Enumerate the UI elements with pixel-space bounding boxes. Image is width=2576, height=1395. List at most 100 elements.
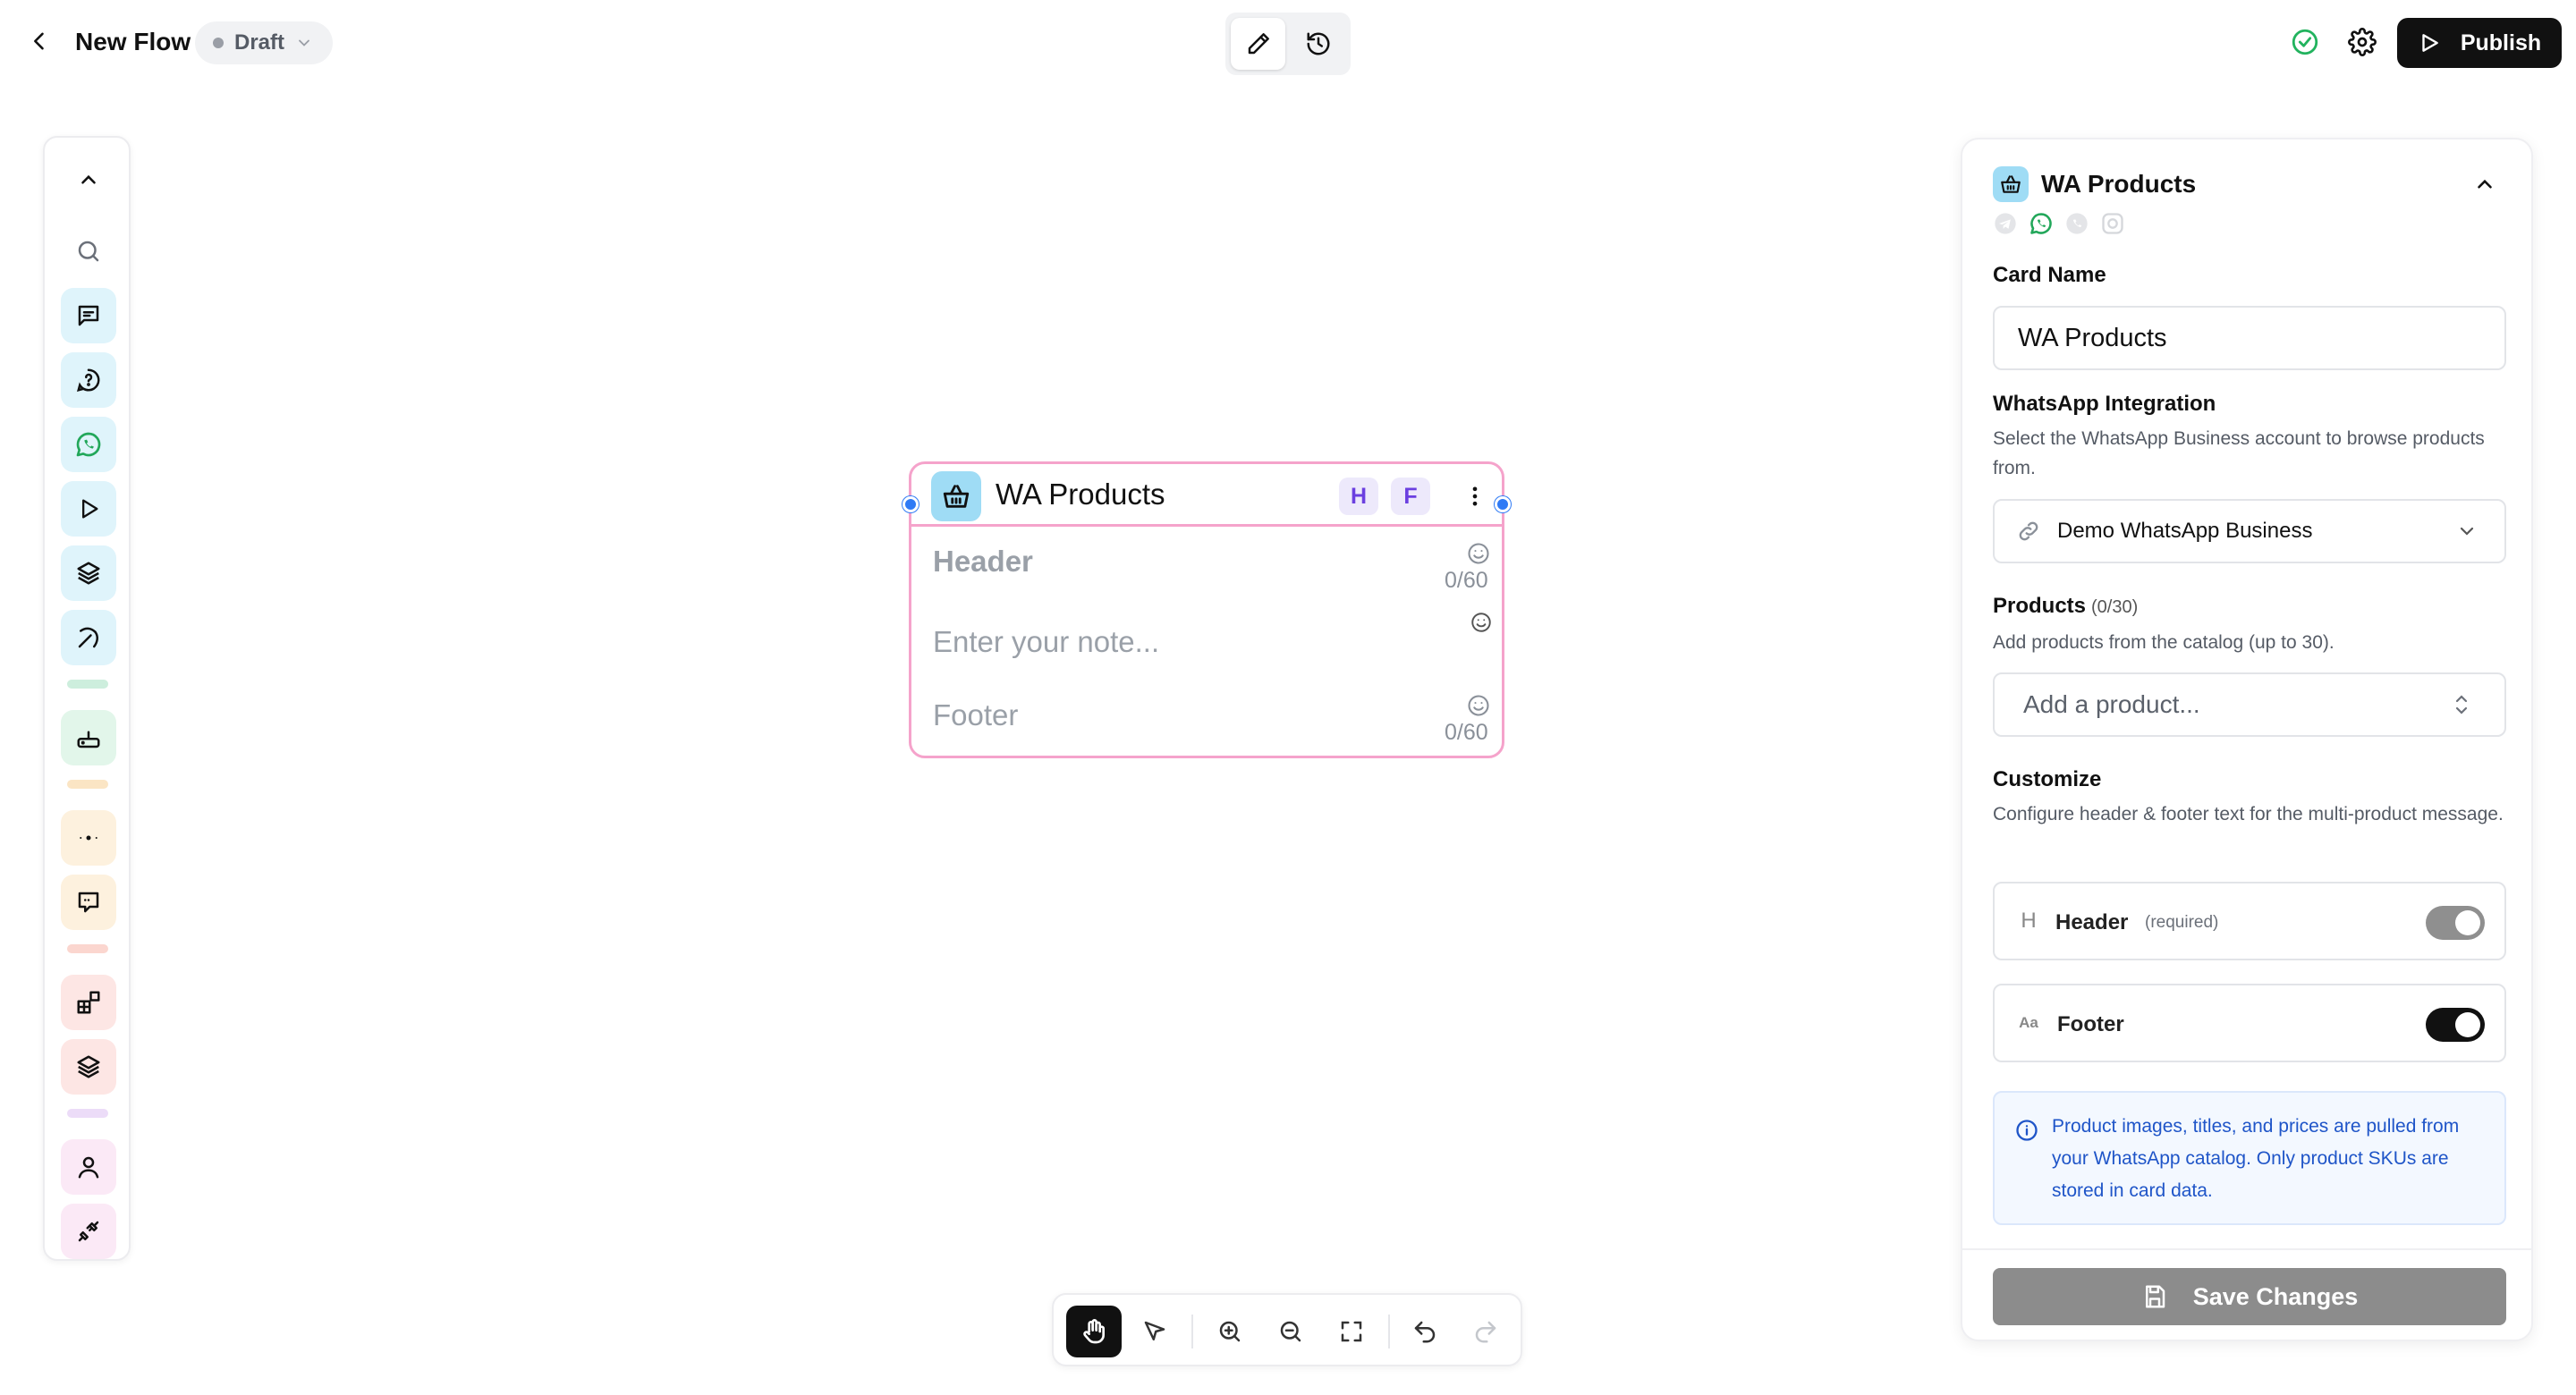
emoji-icon[interactable] — [1470, 611, 1493, 634]
footer-toggle-row: Aa Footer — [1993, 984, 2506, 1062]
products-help: Add products from the catalog (up to 30)… — [1993, 632, 2334, 653]
check-circle-icon — [2292, 29, 2318, 55]
palette-item-integration[interactable] — [61, 1204, 116, 1259]
publish-button[interactable]: Publish — [2397, 18, 2562, 68]
save-icon — [2145, 1285, 2165, 1308]
dots-icon — [80, 835, 97, 841]
footer-toggle-switch[interactable] — [2426, 1008, 2485, 1042]
palette-separator — [67, 1109, 108, 1118]
pan-tool-button[interactable] — [1066, 1306, 1122, 1357]
chevrons-up-down-icon — [2455, 695, 2468, 714]
redo-icon — [1475, 1321, 1496, 1343]
chevron-down-icon — [2460, 527, 2474, 536]
redo-button[interactable] — [1458, 1306, 1513, 1357]
zoom-in-icon — [1219, 1321, 1241, 1342]
settings-button[interactable] — [2343, 23, 2381, 61]
palette-item-logic[interactable] — [61, 810, 116, 866]
back-button[interactable] — [21, 23, 57, 59]
products-label: Products (0/30) — [1993, 594, 2139, 618]
palette-item-reply[interactable] — [61, 875, 116, 930]
properties-panel: WA Products Card Name WhatsApp Integrati… — [1961, 138, 2533, 1341]
zoom-in-button[interactable] — [1202, 1306, 1258, 1357]
palette-item-question[interactable] — [61, 352, 116, 408]
node-title: WA Products — [996, 478, 1165, 511]
node-footer-field[interactable]: Footer — [933, 698, 1018, 732]
product-picker[interactable]: Add a product... — [1993, 672, 2506, 737]
node-note-field[interactable]: Enter your note... — [933, 625, 1159, 659]
palette-item-blocks[interactable] — [61, 975, 116, 1030]
zoom-out-button[interactable] — [1263, 1306, 1318, 1357]
hand-icon — [1083, 1319, 1105, 1344]
instagram-icon — [2100, 211, 2125, 236]
undo-icon — [1414, 1321, 1436, 1343]
channel-icons — [1993, 211, 2125, 236]
gear-icon — [2348, 28, 2377, 56]
play-icon — [82, 499, 98, 519]
mode-switch — [1225, 13, 1351, 75]
top-bar: New Flow Draft Publish — [0, 0, 2576, 86]
node-output-handle[interactable] — [1495, 496, 1511, 512]
layers-icon — [77, 562, 100, 585]
telegram-icon — [1993, 211, 2018, 236]
header-toggle-label: Header — [2055, 910, 2129, 934]
node-input-handle[interactable] — [902, 496, 919, 512]
panel-footer-divider — [1962, 1248, 2531, 1250]
customize-help: Configure header & footer text for the m… — [1993, 804, 2504, 824]
message-square-icon — [78, 892, 99, 913]
palette-search-button[interactable] — [61, 224, 116, 279]
select-tool-button[interactable] — [1127, 1306, 1182, 1357]
user-icon — [78, 1156, 99, 1179]
router-icon — [77, 731, 100, 748]
undo-button[interactable] — [1397, 1306, 1453, 1357]
blocks-icon — [77, 991, 100, 1014]
status-dropdown[interactable]: Draft — [195, 21, 334, 64]
footer-badge[interactable]: F — [1391, 478, 1430, 515]
product-picker-placeholder: Add a product... — [2023, 690, 2200, 718]
palette-item-message[interactable] — [61, 288, 116, 343]
edit-mode-button[interactable] — [1231, 18, 1285, 70]
palette-item-stack[interactable] — [61, 1039, 116, 1095]
products-count: (0/30) — [2091, 597, 2139, 617]
emoji-icon[interactable] — [1466, 693, 1491, 718]
save-changes-label: Save Changes — [2192, 1282, 2359, 1310]
emoji-icon[interactable] — [1466, 541, 1491, 566]
palette-item-router[interactable] — [61, 710, 116, 765]
whatsapp-icon — [76, 432, 101, 457]
integration-value: Demo WhatsApp Business — [2057, 519, 2313, 543]
integration-select[interactable]: Demo WhatsApp Business — [1993, 499, 2506, 563]
save-changes-button[interactable]: Save Changes — [1993, 1268, 2506, 1325]
message-icon — [78, 305, 99, 326]
info-icon — [2016, 1120, 2038, 1141]
viber-icon — [2064, 211, 2089, 236]
header-toggle-row: H Header (required) — [1993, 882, 2506, 960]
status-label: Draft — [234, 30, 285, 55]
palette-item-whatsapp[interactable] — [61, 417, 116, 472]
node-menu-button[interactable] — [1457, 478, 1493, 514]
palette-collapse-button[interactable] — [61, 152, 116, 207]
palette-separator — [67, 944, 108, 953]
status-dot — [213, 38, 224, 48]
customize-label: Customize — [1993, 767, 2102, 791]
card-name-label: Card Name — [1993, 263, 2106, 287]
plug-icon — [78, 1221, 99, 1242]
header-toggle-switch[interactable] — [2426, 906, 2485, 940]
palette-item-layers[interactable] — [61, 545, 116, 601]
catalog-info-box: Product images, titles, and prices are p… — [1993, 1091, 2506, 1225]
flow-node-wa-products[interactable]: WA Products H F Header 0/60 Enter your n… — [909, 461, 1504, 758]
footer-toggle-label: Footer — [2057, 1012, 2124, 1036]
palette-item-tools[interactable] — [61, 610, 116, 665]
palette-item-user[interactable] — [61, 1139, 116, 1195]
switch-knob — [2455, 910, 2480, 935]
header-badge[interactable]: H — [1339, 478, 1378, 515]
history-button[interactable] — [1291, 18, 1345, 70]
card-name-input[interactable] — [1993, 306, 2506, 370]
pointer-icon — [1144, 1321, 1165, 1340]
history-icon — [1307, 32, 1329, 55]
search-icon — [78, 241, 99, 262]
footer-char-counter: 0/60 — [1445, 720, 1488, 745]
palette-item-start[interactable] — [61, 481, 116, 537]
node-header-field[interactable]: Header — [933, 545, 1033, 579]
panel-collapse-button[interactable] — [2469, 168, 2501, 200]
fit-view-button[interactable] — [1324, 1306, 1379, 1357]
flow-title[interactable]: New Flow — [75, 25, 191, 59]
